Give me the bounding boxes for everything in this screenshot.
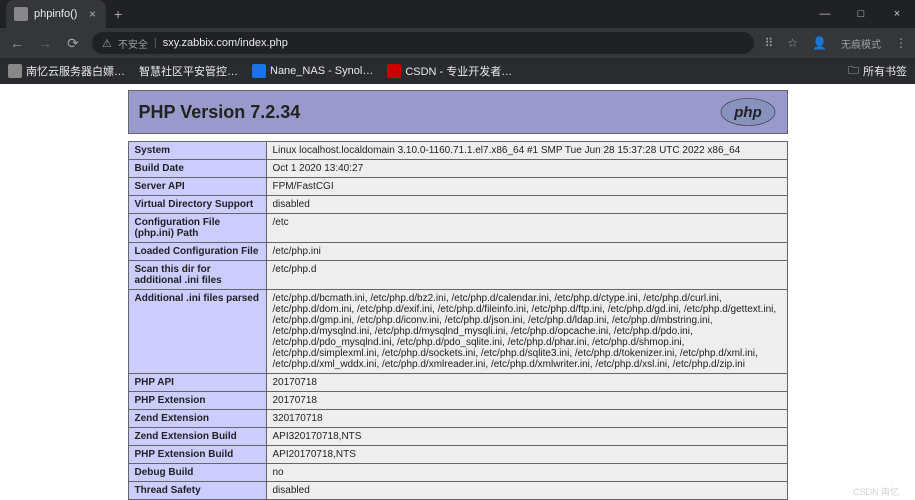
info-row: Zend Extension BuildAPI320170718,NTS (128, 428, 787, 446)
info-value: 20170718 (266, 374, 787, 392)
bookmark-label: CSDN - 专业开发者… (405, 63, 512, 79)
nav-forward-button[interactable]: → (36, 35, 54, 51)
menu-icon[interactable]: ⋮ (895, 36, 907, 50)
window-controls: — □ × (807, 8, 915, 20)
bookmarks-bar: 南忆云服务器白嫖… 智慧社区平安管控… Nane_NAS - Synol… CS… (0, 58, 915, 84)
php-version-title: PHP Version 7.2.34 (139, 102, 301, 123)
info-key: PHP Extension Build (128, 446, 266, 464)
info-row: Scan this dir for additional .ini files/… (128, 261, 787, 290)
info-value: /etc/php.d (266, 261, 787, 290)
nav-reload-button[interactable]: ⟳ (64, 35, 82, 52)
info-row: Debug Buildno (128, 464, 787, 482)
url-text: sxy.zabbix.com/index.php (163, 37, 288, 49)
translate-icon[interactable]: ⠿ (764, 36, 773, 50)
bookmark-item[interactable]: Nane_NAS - Synol… (252, 64, 373, 78)
nav-back-button[interactable]: ← (8, 35, 26, 51)
bookmark-star-icon[interactable]: ☆ (787, 36, 798, 50)
info-key: Zend Extension (128, 410, 266, 428)
info-row: Additional .ini files parsed/etc/php.d/b… (128, 290, 787, 374)
close-window-button[interactable]: × (879, 8, 915, 20)
info-key: Zend Extension Build (128, 428, 266, 446)
info-row: Loaded Configuration File/etc/php.ini (128, 243, 787, 261)
info-key: Additional .ini files parsed (128, 290, 266, 374)
info-value: API320170718,NTS (266, 428, 787, 446)
info-key: PHP Extension (128, 392, 266, 410)
info-key: PHP API (128, 374, 266, 392)
bookmark-favicon (252, 64, 266, 78)
minimize-button[interactable]: — (807, 8, 843, 20)
bookmark-label: 智慧社区平安管控… (139, 63, 238, 79)
info-key: Configuration File (php.ini) Path (128, 214, 266, 243)
tab-title: phpinfo() (34, 8, 77, 20)
info-value: Linux localhost.localdomain 3.10.0-1160.… (266, 142, 787, 160)
incognito-label: 无痕模式 (841, 36, 881, 51)
info-row: Virtual Directory Supportdisabled (128, 196, 787, 214)
tab-favicon (14, 7, 28, 21)
info-key: Virtual Directory Support (128, 196, 266, 214)
svg-text:php: php (733, 104, 762, 121)
info-value: disabled (266, 196, 787, 214)
info-row: PHP Extension20170718 (128, 392, 787, 410)
info-value: no (266, 464, 787, 482)
info-key: Server API (128, 178, 266, 196)
info-row: Build DateOct 1 2020 13:40:27 (128, 160, 787, 178)
bookmark-item[interactable]: 智慧社区平安管控… (139, 63, 238, 79)
info-value: API20170718,NTS (266, 446, 787, 464)
info-row: Thread Safetydisabled (128, 482, 787, 500)
watermark-text: CSDN 南忆 (853, 485, 899, 498)
info-value: disabled (266, 482, 787, 500)
info-row: PHP API20170718 (128, 374, 787, 392)
browser-tab[interactable]: phpinfo() × (6, 0, 106, 28)
info-row: Zend Extension320170718 (128, 410, 787, 428)
info-row: Server APIFPM/FastCGI (128, 178, 787, 196)
phpinfo-table: SystemLinux localhost.localdomain 3.10.0… (128, 141, 788, 500)
phpinfo-header: PHP Version 7.2.34 php (128, 90, 788, 134)
all-bookmarks-button[interactable]: 🗀所有书签 (848, 62, 907, 81)
maximize-button[interactable]: □ (843, 8, 879, 20)
url-input[interactable]: ⚠ 不安全 | sxy.zabbix.com/index.php (92, 32, 754, 54)
info-row: PHP Extension BuildAPI20170718,NTS (128, 446, 787, 464)
info-value: 320170718 (266, 410, 787, 428)
bookmark-favicon (8, 64, 22, 78)
bookmark-label: 南忆云服务器白嫖… (26, 63, 125, 79)
info-value: /etc (266, 214, 787, 243)
all-bookmarks-label: 所有书签 (863, 63, 907, 79)
info-row: Configuration File (php.ini) Path/etc (128, 214, 787, 243)
addr-actions: ⠿ ☆ 👤 无痕模式 ⋮ (764, 36, 907, 51)
incognito-icon[interactable]: 👤 (812, 36, 827, 50)
tab-close-icon[interactable]: × (89, 7, 96, 21)
info-key: Build Date (128, 160, 266, 178)
info-value: 20170718 (266, 392, 787, 410)
php-logo: php (719, 97, 777, 127)
phpinfo-page: PHP Version 7.2.34 php SystemLinux local… (128, 90, 788, 500)
folder-icon: 🗀 (848, 62, 859, 81)
info-key: Scan this dir for additional .ini files (128, 261, 266, 290)
info-value: /etc/php.d/bcmath.ini, /etc/php.d/bz2.in… (266, 290, 787, 374)
info-row: SystemLinux localhost.localdomain 3.10.0… (128, 142, 787, 160)
insecure-label: 不安全 (118, 36, 148, 51)
info-value: /etc/php.ini (266, 243, 787, 261)
info-key: Debug Build (128, 464, 266, 482)
page-viewport[interactable]: PHP Version 7.2.34 php SystemLinux local… (0, 84, 915, 500)
address-bar: ← → ⟳ ⚠ 不安全 | sxy.zabbix.com/index.php ⠿… (0, 28, 915, 58)
bookmark-item[interactable]: CSDN - 专业开发者… (387, 63, 512, 79)
bookmark-favicon (387, 64, 401, 78)
bookmark-label: Nane_NAS - Synol… (270, 65, 373, 77)
info-value: Oct 1 2020 13:40:27 (266, 160, 787, 178)
bookmark-item[interactable]: 南忆云服务器白嫖… (8, 63, 125, 79)
new-tab-button[interactable]: + (114, 6, 122, 22)
info-key: System (128, 142, 266, 160)
insecure-icon: ⚠ (102, 37, 112, 50)
info-value: FPM/FastCGI (266, 178, 787, 196)
info-key: Thread Safety (128, 482, 266, 500)
info-key: Loaded Configuration File (128, 243, 266, 261)
window-titlebar: phpinfo() × + — □ × (0, 0, 915, 28)
